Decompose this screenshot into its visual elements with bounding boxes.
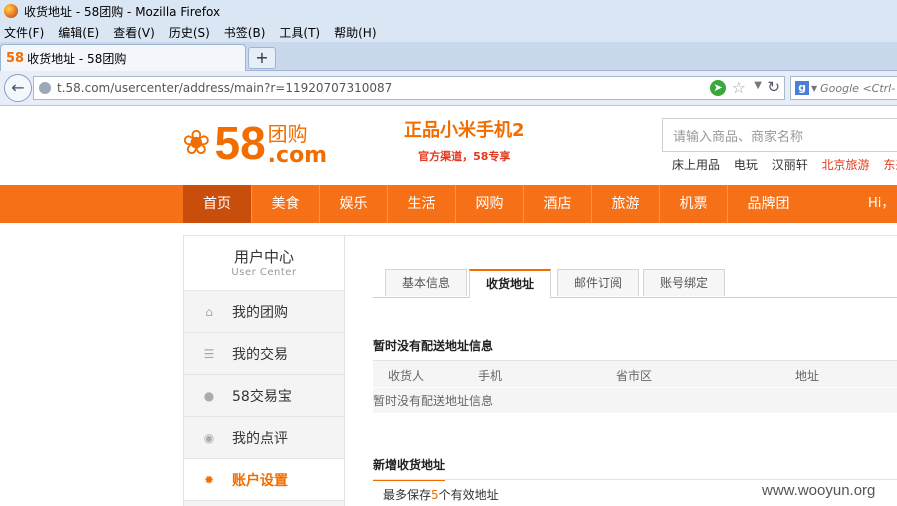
sidebar-item-label: 账户设置	[232, 472, 288, 489]
sidebar-item-label: 我的交易	[232, 346, 288, 363]
coin-icon: ●	[203, 388, 215, 403]
section-divider	[373, 479, 897, 480]
section-title-new-address: 新增收货地址	[373, 456, 446, 481]
sidebar-item-my-deals[interactable]: ⌂ 我的团购	[184, 291, 344, 333]
search-engine-dropdown-icon[interactable]: ▼	[811, 84, 817, 93]
bookmark-star-icon[interactable]: ☆	[732, 78, 746, 97]
hot-link[interactable]: 床上用品	[672, 158, 720, 172]
section-title-addresses: 暂时没有配送地址信息	[373, 337, 494, 362]
comment-icon: ◉	[203, 430, 215, 445]
logo-text: 团购 .com	[268, 118, 327, 168]
back-arrow-icon: ←	[11, 78, 25, 97]
nav-item-home[interactable]: 首页	[183, 185, 251, 223]
url-dropdown-icon[interactable]: ▼	[754, 80, 762, 91]
nav-item-hotel[interactable]: 酒店	[523, 185, 591, 223]
sidebar-item-my-trades[interactable]: ☰ 我的交易	[184, 333, 344, 375]
window-title: 收货地址 - 58团购 - Mozilla Firefox	[24, 4, 221, 19]
address-content: 基本信息 收货地址 邮件订阅 账号绑定 暂时没有配送地址信息 收货人 手机 省市…	[343, 235, 897, 506]
nav-item-travel[interactable]: 旅游	[591, 185, 659, 223]
menu-file[interactable]: 文件(F)	[4, 24, 44, 41]
menu-bar: 文件(F) 编辑(E) 查看(V) 历史(S) 书签(B) 工具(T) 帮助(H…	[0, 22, 897, 42]
site-identity-icon[interactable]	[39, 82, 51, 94]
watermark-text: www.wooyun.org	[762, 482, 876, 499]
hot-link[interactable]: 东来	[883, 158, 897, 172]
logo-number: 58	[214, 117, 266, 169]
hot-link[interactable]: 汉丽轩	[772, 158, 808, 172]
tab-basic-info[interactable]: 基本信息	[385, 269, 467, 296]
tab-shipping-address[interactable]: 收货地址	[469, 269, 551, 298]
user-center-header: 用户中心 User Center	[184, 236, 344, 291]
home-icon: ⌂	[205, 304, 213, 319]
empty-message: 暂时没有配送地址信息	[373, 394, 494, 408]
browser-search-placeholder: Google <Ctrl-	[820, 81, 896, 95]
sidebar-item-my-reviews[interactable]: ◉ 我的点评	[184, 417, 344, 459]
nav-item-life[interactable]: 生活	[387, 185, 455, 223]
user-center-title: 用户中心	[233, 248, 294, 266]
nav-item-shopping[interactable]: 网购	[455, 185, 523, 223]
browser-search-input[interactable]: g ▼ Google <Ctrl-	[790, 76, 897, 100]
max-note-prefix: 最多保存	[383, 488, 432, 502]
nav-item-entertainment[interactable]: 娱乐	[319, 185, 387, 223]
new-tab-button[interactable]: +	[248, 47, 276, 69]
address-table-header: 收货人 手机 省市区 地址	[373, 361, 897, 387]
nav-item-food[interactable]: 美食	[251, 185, 319, 223]
logo-com: .com	[267, 143, 328, 168]
column-header: 手机	[478, 369, 503, 383]
address-url: t.58.com/usercenter/address/main?r=11920…	[57, 81, 393, 95]
browser-tab-active[interactable]: 58 收货地址 - 58团购	[0, 44, 246, 71]
nav-item-brands[interactable]: 品牌团	[727, 185, 809, 223]
user-center-sidebar: 用户中心 User Center ⌂ 我的团购 ☰ 我的交易 ● 58交易宝 ◉…	[183, 235, 345, 506]
menu-tools[interactable]: 工具(T)	[279, 24, 320, 41]
menu-help[interactable]: 帮助(H)	[334, 24, 376, 41]
max-address-note: 最多保存5个有效地址	[383, 486, 499, 503]
menu-history[interactable]: 历史(S)	[169, 24, 210, 41]
sidebar-item-label: 58交易宝	[232, 388, 292, 405]
column-header: 省市区	[616, 369, 653, 383]
list-icon: ☰	[203, 346, 215, 361]
logo-figure-icon: ❀	[182, 123, 211, 163]
go-arrow-icon[interactable]: ➤	[710, 80, 726, 96]
hot-link[interactable]: 北京旅游	[822, 158, 870, 172]
max-note-suffix: 个有效地址	[438, 488, 499, 502]
gear-icon: ✹	[203, 472, 215, 487]
hot-search-links: 床上用品 电玩 汉丽轩 北京旅游 东来	[672, 156, 897, 173]
sidebar-item-label: 我的团购	[232, 304, 288, 321]
web-page: ❀ 58 团购 .com 正品小米手机2 官方渠道，58专享 请输入商品、商家名…	[0, 106, 897, 506]
address-table-empty-row: 暂时没有配送地址信息	[373, 388, 897, 413]
menu-view[interactable]: 查看(V)	[113, 24, 155, 41]
navigation-toolbar: ← t.58.com/usercenter/address/main?r=119…	[0, 71, 897, 106]
firefox-logo-icon	[4, 4, 18, 18]
tab-strip: 58 收货地址 - 58团购 +	[0, 42, 897, 71]
reload-icon[interactable]: ↻	[767, 78, 780, 96]
menu-bookmarks[interactable]: 书签(B)	[224, 24, 266, 41]
sidebar-item-account-settings[interactable]: ✹ 账户设置	[184, 459, 344, 501]
sidebar-item-trade-treasure[interactable]: ● 58交易宝	[184, 375, 344, 417]
site-search-placeholder: 请输入商品、商家名称	[673, 129, 804, 145]
max-note-number: 5	[431, 488, 439, 502]
address-bar[interactable]: t.58.com/usercenter/address/main?r=11920…	[33, 76, 785, 100]
google-engine-icon[interactable]: g	[795, 81, 809, 95]
site-favicon-icon: 58	[6, 50, 25, 66]
promo-line1: 正品小米手机2	[404, 120, 525, 141]
promo-line2: 官方渠道，58专享	[418, 150, 511, 163]
site-search-input[interactable]: 请输入商品、商家名称	[662, 118, 897, 152]
promo-banner[interactable]: 正品小米手机2 官方渠道，58专享	[404, 116, 525, 164]
menu-edit[interactable]: 编辑(E)	[58, 24, 99, 41]
main-nav: 首页 美食 娱乐 生活 网购 酒店 旅游 机票 品牌团 Hi，	[0, 185, 897, 223]
user-center-subtitle: User Center	[231, 267, 297, 278]
browser-tab-title: 收货地址 - 58团购	[27, 51, 127, 66]
back-button[interactable]: ←	[4, 74, 32, 102]
sidebar-item-label: 我的点评	[232, 430, 288, 447]
window-titlebar: 收货地址 - 58团购 - Mozilla Firefox	[0, 0, 897, 22]
user-greeting: Hi，	[868, 196, 895, 211]
column-header: 收货人	[388, 369, 425, 383]
tab-email-subscription[interactable]: 邮件订阅	[557, 269, 639, 296]
hot-link[interactable]: 电玩	[734, 158, 758, 172]
account-tabs: 基本信息 收货地址 邮件订阅 账号绑定	[373, 269, 897, 298]
site-logo[interactable]: ❀ 58 团购 .com	[182, 118, 327, 168]
tab-account-binding[interactable]: 账号绑定	[643, 269, 725, 296]
nav-item-flights[interactable]: 机票	[659, 185, 727, 223]
column-header: 地址	[795, 369, 820, 383]
